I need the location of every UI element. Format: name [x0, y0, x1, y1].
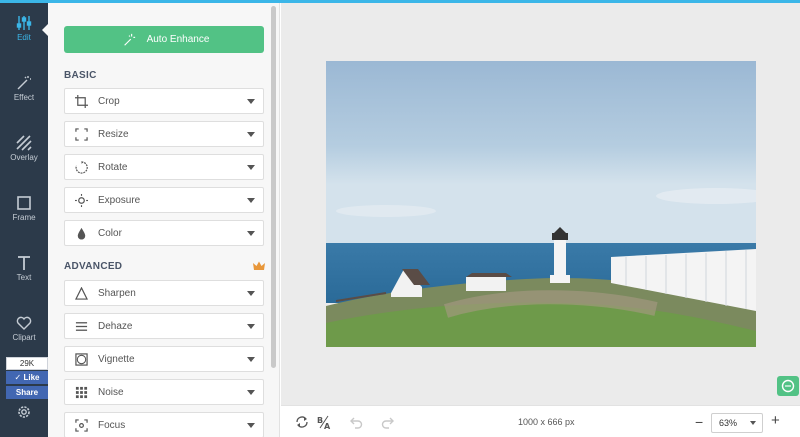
tool-label: Color — [98, 228, 122, 239]
svg-text:B: B — [317, 416, 323, 425]
sidebar-item-label: Clipart — [12, 333, 36, 342]
sidebar-item-overlay[interactable]: Overlay — [0, 123, 48, 179]
facebook-share-button[interactable]: Share — [6, 386, 48, 399]
sidebar-item-effect[interactable]: Effect — [0, 63, 48, 119]
rotate-icon — [75, 161, 88, 174]
tool-focus[interactable]: Focus — [64, 412, 264, 437]
basic-section-title: BASIC — [64, 70, 97, 81]
tool-label: Noise — [98, 387, 124, 398]
chevron-down-icon — [247, 231, 255, 236]
tools-panel: Auto Enhance BASIC Crop Resize Rotate Ex… — [48, 3, 280, 437]
facebook-like-button[interactable]: ✓ Like — [6, 371, 48, 384]
chat-icon — [781, 379, 795, 393]
chevron-down-icon — [750, 421, 756, 425]
image-dimensions: 1000 x 666 px — [518, 417, 575, 427]
chevron-down-icon — [247, 390, 255, 395]
facebook-like-count: 29K — [6, 357, 48, 370]
gear-icon[interactable] — [16, 404, 32, 420]
frame-icon — [17, 196, 31, 210]
advanced-section-title: ADVANCED — [64, 261, 123, 272]
sun-icon — [75, 194, 88, 207]
chat-button[interactable] — [777, 376, 799, 396]
sidebar-item-label: Edit — [17, 33, 31, 42]
magic-wand-icon — [17, 76, 31, 90]
facebook-like-label: Like — [23, 373, 40, 382]
redo-icon[interactable] — [381, 415, 395, 429]
resize-icon — [75, 128, 88, 141]
tool-color[interactable]: Color — [64, 220, 264, 246]
stripes-icon — [16, 135, 32, 151]
sliders-icon — [16, 16, 32, 30]
triangle-icon — [75, 287, 88, 300]
chevron-down-icon — [247, 198, 255, 203]
zoom-value: 63% — [719, 418, 738, 428]
heart-icon — [16, 316, 32, 330]
chevron-down-icon — [247, 324, 255, 329]
tool-label: Crop — [98, 96, 120, 107]
chevron-down-icon — [247, 132, 255, 137]
undo-icon[interactable] — [349, 415, 363, 429]
bottom-toolbar: BA 1000 x 666 px − 63% + — [281, 405, 800, 437]
tool-label: Sharpen — [98, 288, 136, 299]
compare-icon[interactable] — [295, 415, 309, 429]
left-sidebar: Edit Effect Overlay Frame Text Clipart 2… — [0, 3, 49, 437]
sidebar-item-label: Frame — [12, 213, 36, 222]
zoom-out-button[interactable]: − — [695, 414, 703, 430]
zoom-in-button[interactable]: + — [771, 412, 780, 429]
tool-label: Focus — [98, 420, 126, 431]
facebook-widget: 29K ✓ Like Share — [6, 357, 48, 399]
sidebar-item-edit[interactable]: Edit — [0, 3, 48, 59]
auto-enhance-button[interactable]: Auto Enhance — [64, 26, 264, 53]
tool-crop[interactable]: Crop — [64, 88, 264, 114]
tool-label: Vignette — [98, 354, 135, 365]
svg-text:A: A — [324, 422, 331, 429]
droplet-icon — [77, 227, 86, 240]
chevron-down-icon — [247, 423, 255, 428]
dots-grid-icon — [75, 386, 88, 399]
tool-rotate[interactable]: Rotate — [64, 154, 264, 180]
tool-label: Rotate — [98, 162, 128, 173]
tool-noise[interactable]: Noise — [64, 379, 264, 405]
tool-dehaze[interactable]: Dehaze — [64, 313, 264, 339]
tool-label: Dehaze — [98, 321, 133, 332]
tool-vignette[interactable]: Vignette — [64, 346, 264, 372]
sidebar-item-label: Text — [16, 273, 32, 282]
panel-scrollbar[interactable] — [271, 6, 276, 368]
magic-wand-icon — [124, 33, 136, 46]
tool-label: Exposure — [98, 195, 141, 206]
tool-sharpen[interactable]: Sharpen — [64, 280, 264, 306]
sidebar-item-label: Effect — [13, 93, 35, 102]
zoom-select[interactable]: 63% — [711, 413, 763, 433]
crop-icon — [75, 95, 88, 108]
focus-icon — [75, 419, 88, 432]
sidebar-item-label: Overlay — [10, 153, 38, 162]
crown-icon — [253, 261, 265, 270]
tool-exposure[interactable]: Exposure — [64, 187, 264, 213]
before-after-icon[interactable]: BA — [317, 415, 331, 429]
chevron-down-icon — [247, 357, 255, 362]
tool-label: Resize — [98, 129, 129, 140]
text-icon — [18, 256, 30, 270]
photo-preview[interactable] — [326, 61, 756, 347]
auto-enhance-label: Auto Enhance — [146, 34, 210, 45]
chevron-down-icon — [247, 99, 255, 104]
vignette-icon — [75, 353, 88, 366]
chevron-down-icon — [247, 291, 255, 296]
sidebar-item-text[interactable]: Text — [0, 243, 48, 299]
image-canvas[interactable] — [281, 3, 800, 405]
tool-resize[interactable]: Resize — [64, 121, 264, 147]
sidebar-item-clipart[interactable]: Clipart — [0, 303, 48, 359]
sidebar-item-frame[interactable]: Frame — [0, 183, 48, 239]
chevron-down-icon — [247, 165, 255, 170]
lines-icon — [75, 322, 88, 331]
